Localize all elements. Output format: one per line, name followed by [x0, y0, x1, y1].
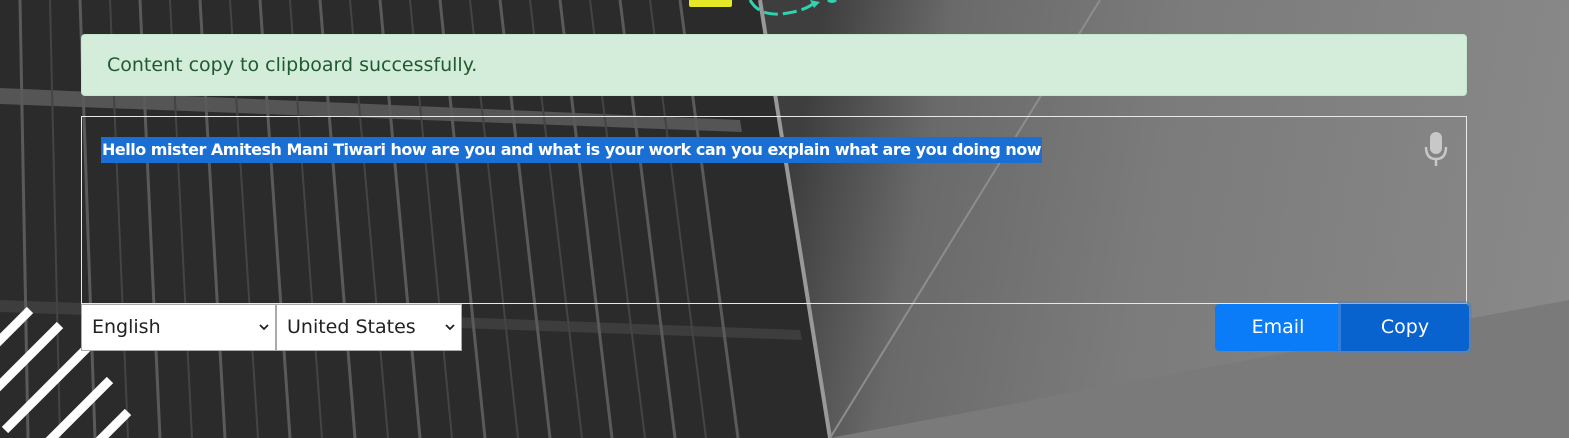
decoration-teal-arc	[748, 0, 837, 16]
country-select-value: United States	[287, 316, 416, 338]
language-select-value: English	[92, 316, 161, 338]
country-select[interactable]: United States	[276, 304, 462, 351]
chevron-down-icon	[445, 324, 455, 331]
selected-transcript-text[interactable]: Hello mister Amitesh Mani Tiwari how are…	[101, 137, 1043, 163]
alert-message: Content copy to clipboard successfully.	[107, 54, 478, 76]
dictation-textarea[interactable]: Hello mister Amitesh Mani Tiwari how are…	[81, 116, 1467, 304]
success-alert: Content copy to clipboard successfully.	[81, 34, 1467, 96]
copy-button[interactable]: Copy	[1341, 304, 1469, 351]
microphone-icon[interactable]	[1423, 131, 1449, 167]
language-select[interactable]: English	[81, 304, 276, 351]
email-button[interactable]: Email	[1215, 304, 1341, 351]
chevron-down-icon	[259, 324, 269, 331]
decoration-yellow-bar	[689, 0, 732, 7]
